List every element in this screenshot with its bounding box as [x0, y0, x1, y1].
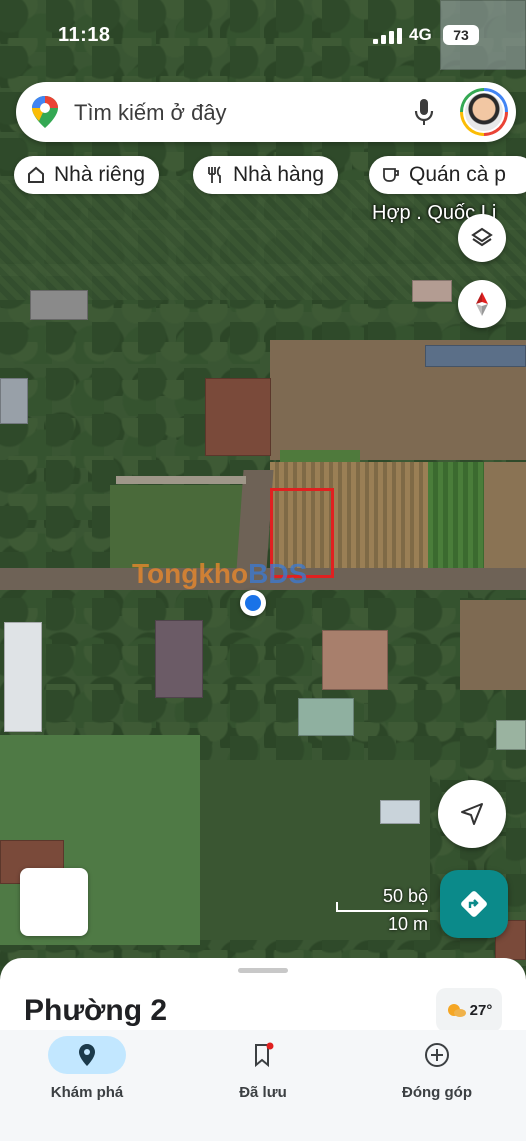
restaurant-icon: [208, 166, 221, 183]
chip-label: Quán cà p: [409, 163, 506, 186]
bookmark-icon: [255, 1042, 274, 1068]
avatar[interactable]: [460, 88, 508, 136]
current-location-dot: [240, 590, 266, 616]
watermark: TongkhoBDS: [132, 558, 308, 589]
satellite-map[interactable]: [0, 0, 526, 1000]
mic-icon[interactable]: [414, 98, 434, 126]
map-scale: 50 bộ 10 m: [336, 884, 432, 940]
weather-icon: [447, 1004, 466, 1017]
weather-temp: 27°: [469, 1001, 493, 1019]
search-input[interactable]: Tìm kiếm ở đây: [74, 100, 227, 126]
nav-contribute[interactable]: Đóng góp: [362, 1036, 512, 1116]
contribute-icon: [425, 1043, 449, 1067]
chip-label: Nhà riêng: [54, 163, 146, 186]
drag-handle[interactable]: [238, 968, 288, 973]
weather-badge[interactable]: 27°: [436, 988, 502, 1032]
directions-button[interactable]: [440, 870, 508, 938]
signal-icon: [373, 28, 403, 44]
scale-imperial: 50 bộ: [382, 886, 428, 906]
battery-indicator: 73: [443, 25, 479, 45]
my-location-button[interactable]: [438, 780, 506, 848]
layer-thumbnail[interactable]: [20, 868, 88, 936]
directions-icon: [461, 891, 487, 917]
chip-label: Nhà hàng: [233, 163, 325, 186]
scale-metric: 10 m: [387, 914, 428, 934]
chip-restaurant[interactable]: Nhà hàng: [193, 156, 339, 194]
status-bar: 11:18 4G 73: [0, 0, 526, 72]
network-type: 4G: [409, 25, 432, 44]
compass-icon: [476, 292, 488, 316]
place-title: Phường 2: [24, 994, 168, 1027]
bottom-navigation: Khám phá Đã lưu Đóng góp: [0, 1030, 526, 1141]
nav-explore[interactable]: Khám phá: [12, 1036, 162, 1116]
compass-button[interactable]: [458, 280, 506, 328]
status-time: 11:18: [58, 24, 111, 46]
layers-icon: [471, 227, 493, 247]
my-location-icon: [461, 803, 483, 825]
nav-saved[interactable]: Đã lưu: [188, 1036, 338, 1116]
explore-pin-icon: [79, 1044, 95, 1066]
maps-pin-icon: [32, 96, 58, 128]
home-icon: [28, 166, 44, 183]
coffee-icon: [383, 168, 399, 182]
chip-coffee[interactable]: Quán cà p: [369, 156, 526, 194]
chip-home[interactable]: Nhà riêng: [14, 156, 160, 194]
nav-label: Đã lưu: [239, 1084, 287, 1101]
layers-button[interactable]: [458, 214, 506, 262]
search-bar[interactable]: Tìm kiếm ở đây: [16, 82, 516, 142]
nav-label: Đóng góp: [402, 1084, 472, 1101]
nav-label: Khám phá: [50, 1084, 124, 1101]
